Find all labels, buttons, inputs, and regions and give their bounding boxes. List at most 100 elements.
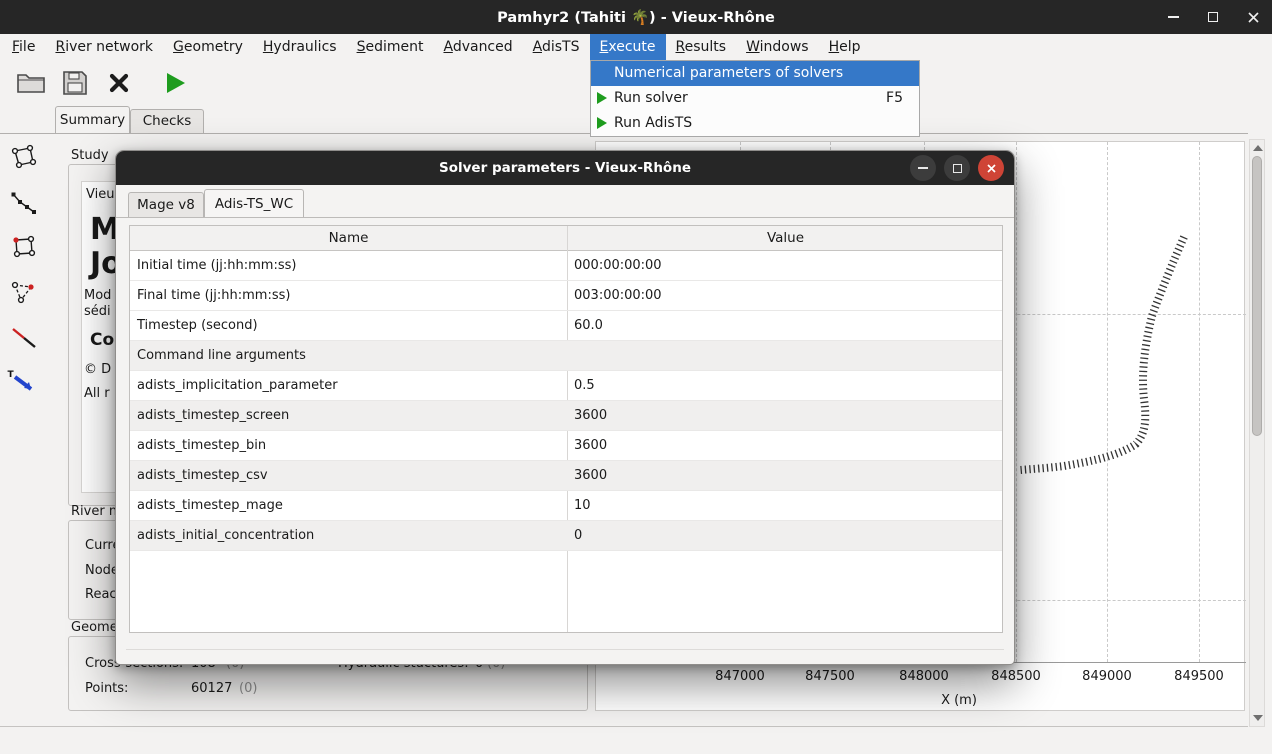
- sidebar-tool-network[interactable]: [7, 141, 39, 173]
- table-row[interactable]: Timestep (second) 60.0: [130, 311, 1002, 341]
- close-study-button[interactable]: [102, 65, 136, 101]
- maximize-icon: [953, 164, 962, 173]
- param-name-cell: adists_timestep_screen: [137, 401, 289, 431]
- param-value-cell[interactable]: 0: [574, 521, 582, 551]
- vertical-scrollbar[interactable]: [1249, 139, 1265, 727]
- floppy-icon: [61, 69, 89, 97]
- dialog-maximize-button[interactable]: [944, 155, 970, 181]
- table-row[interactable]: adists_timestep_bin 3600: [130, 431, 1002, 461]
- menu-windows[interactable]: Windows: [736, 34, 819, 60]
- network-graph-icon: [9, 143, 37, 171]
- window-title: Pamhyr2 (Tahiti 🌴) - Vieux-Rhône: [497, 9, 775, 26]
- river-network-row2: Node: [85, 563, 119, 578]
- table-row[interactable]: adists_timestep_screen 3600: [130, 401, 1002, 431]
- network-red-node-icon: [9, 233, 37, 261]
- x-tick-label: 848000: [894, 669, 954, 684]
- param-name-cell: adists_initial_concentration: [137, 521, 314, 551]
- x-tick-label: 849500: [1169, 669, 1229, 684]
- open-study-button[interactable]: [14, 65, 48, 101]
- minimize-button[interactable]: [1164, 8, 1182, 26]
- menu-item-label: Numerical parameters of solvers: [614, 65, 843, 81]
- sidebar-tool-translation[interactable]: T: [7, 366, 39, 398]
- close-button[interactable]: [1244, 8, 1262, 26]
- maximize-button[interactable]: [1204, 8, 1222, 26]
- sidebar-tool-profile[interactable]: [7, 186, 39, 218]
- window-titlebar: Pamhyr2 (Tahiti 🌴) - Vieux-Rhône: [0, 0, 1272, 34]
- study-subheading-fragment: Co: [90, 330, 114, 350]
- stat-suffix: (0): [239, 681, 257, 696]
- river-network-group-title: River n: [71, 504, 117, 519]
- param-value-cell[interactable]: 10: [574, 491, 591, 521]
- run-solver-button[interactable]: [158, 65, 192, 101]
- menu-help[interactable]: Help: [819, 34, 871, 60]
- menu-item-label: Run AdisTS: [614, 115, 692, 131]
- table-row[interactable]: Initial time (jj:hh:mm:ss) 000:00:00:00: [130, 251, 1002, 281]
- param-name-cell: Initial time (jj:hh:mm:ss): [137, 251, 296, 281]
- close-study-icon: [106, 70, 132, 96]
- save-study-button[interactable]: [58, 65, 92, 101]
- menu-item-numerical-parameters[interactable]: Numerical parameters of solvers: [591, 61, 919, 86]
- menu-geometry[interactable]: Geometry: [163, 34, 253, 60]
- sidebar-tool-nodes[interactable]: [7, 231, 39, 263]
- table-header-name[interactable]: Name: [130, 226, 567, 251]
- table-row[interactable]: adists_implicitation_parameter 0.5: [130, 371, 1002, 401]
- table-row[interactable]: adists_timestep_mage 10: [130, 491, 1002, 521]
- tab-adis-ts-wc[interactable]: Adis-TS_WC: [204, 189, 304, 217]
- menu-execute[interactable]: Execute: [590, 34, 666, 60]
- mesh-icon: [9, 278, 37, 306]
- table-row[interactable]: Final time (jj:hh:mm:ss) 003:00:00:00: [130, 281, 1002, 311]
- close-icon: [1247, 11, 1260, 24]
- sidebar-tool-slope[interactable]: [7, 321, 39, 353]
- param-value-cell[interactable]: 000:00:00:00: [574, 251, 662, 281]
- tab-checks[interactable]: Checks: [130, 109, 204, 133]
- param-name-cell: adists_timestep_bin: [137, 431, 266, 461]
- tab-mage-v8[interactable]: Mage v8: [128, 192, 204, 217]
- x-tick-label: 847500: [800, 669, 860, 684]
- scroll-down-icon[interactable]: [1253, 715, 1263, 721]
- menu-hydraulics[interactable]: Hydraulics: [253, 34, 347, 60]
- tab-summary[interactable]: Summary: [55, 106, 130, 133]
- stat-value: 60127: [191, 681, 232, 696]
- slope-icon: [9, 323, 37, 351]
- study-copyright-fragment: © D: [84, 362, 111, 377]
- minimize-icon: [918, 167, 928, 169]
- minimize-icon: [1168, 16, 1179, 18]
- maximize-icon: [1208, 12, 1218, 22]
- run-play-icon: [162, 70, 188, 96]
- param-value-cell[interactable]: 60.0: [574, 311, 603, 341]
- river-network-row3: Reac: [85, 587, 117, 602]
- param-name-cell: adists_implicitation_parameter: [137, 371, 338, 401]
- table-row[interactable]: adists_timestep_csv 3600: [130, 461, 1002, 491]
- dialog-titlebar: Solver parameters - Vieux-Rhône: [116, 151, 1014, 185]
- menu-adists[interactable]: AdisTS: [523, 34, 590, 60]
- menu-river-network[interactable]: River network: [45, 34, 163, 60]
- param-value-cell[interactable]: 003:00:00:00: [574, 281, 662, 311]
- menu-advanced[interactable]: Advanced: [433, 34, 522, 60]
- param-name-cell: Command line arguments: [137, 341, 306, 371]
- solver-parameters-dialog: Solver parameters - Vieux-Rhône Mage v8 …: [115, 150, 1015, 665]
- menu-results[interactable]: Results: [666, 34, 737, 60]
- param-value-cell[interactable]: 0.5: [574, 371, 595, 401]
- table-header-value[interactable]: Value: [567, 226, 1003, 251]
- dialog-minimize-button[interactable]: [910, 155, 936, 181]
- play-icon: [597, 92, 607, 104]
- table-row[interactable]: adists_initial_concentration 0: [130, 521, 1002, 551]
- play-icon: [597, 117, 607, 129]
- table-row[interactable]: Command line arguments: [130, 341, 1002, 371]
- sidebar-tool-mesh[interactable]: [7, 276, 39, 308]
- menu-file[interactable]: File: [2, 34, 45, 60]
- param-value-cell[interactable]: 3600: [574, 461, 607, 491]
- menu-item-run-solver[interactable]: Run solver F5: [591, 86, 919, 111]
- param-value-cell[interactable]: 3600: [574, 401, 607, 431]
- param-value-cell[interactable]: 3600: [574, 431, 607, 461]
- menu-sediment[interactable]: Sediment: [347, 34, 434, 60]
- profile-points-icon: [9, 188, 37, 216]
- study-rights-fragment: All r: [84, 386, 110, 401]
- dialog-close-button[interactable]: [978, 155, 1004, 181]
- scroll-up-icon[interactable]: [1253, 145, 1263, 151]
- param-name-cell: Timestep (second): [137, 311, 258, 341]
- menu-item-run-adists[interactable]: Run AdisTS: [591, 111, 919, 136]
- study-group-title: Study: [71, 148, 109, 163]
- parameters-table: Name Value Initial time (jj:hh:mm:ss) 00…: [129, 225, 1003, 633]
- scroll-handle[interactable]: [1252, 156, 1262, 436]
